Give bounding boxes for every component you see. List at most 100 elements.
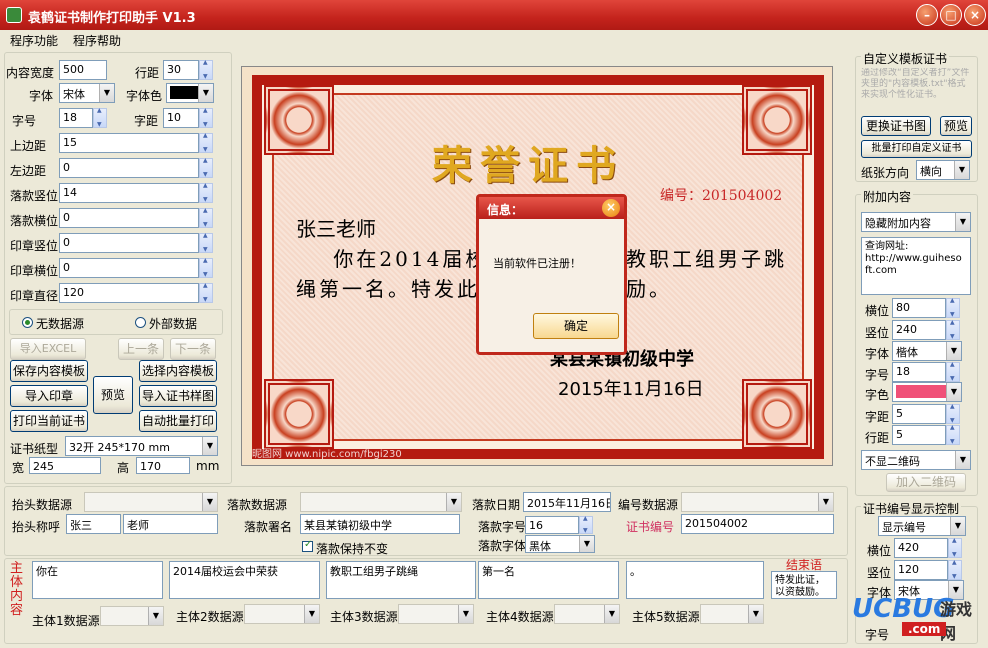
menu-program-functions[interactable]: 程序功能 — [10, 32, 58, 49]
extra-x-input[interactable]: 80 — [892, 298, 946, 318]
main4-src-select[interactable]: ▼ — [554, 604, 620, 624]
select-template-button[interactable]: 选择内容模板 — [139, 360, 217, 382]
sign-v-spinner[interactable] — [199, 182, 213, 203]
import-stamp-button[interactable]: 导入印章 — [10, 385, 88, 407]
auto-batch-print-button[interactable]: 自动批量打印 — [139, 410, 217, 432]
stamp-v-input[interactable]: 0 — [59, 233, 199, 253]
add-qr-button[interactable]: 加入二维码 — [886, 473, 966, 492]
sign-size-spinner[interactable] — [579, 515, 593, 534]
import-excel-button[interactable]: 导入EXCEL — [10, 338, 86, 360]
stamp-h-input[interactable]: 0 — [59, 258, 199, 278]
char-spacing-spinner[interactable] — [199, 107, 213, 128]
width-input[interactable]: 245 — [29, 457, 101, 474]
main1-textarea[interactable]: 你在 — [32, 561, 163, 599]
num-x-spinner[interactable] — [948, 537, 962, 558]
extra-ls-spinner[interactable] — [946, 424, 960, 445]
head-src-select[interactable]: ▼ — [84, 492, 218, 512]
font-size-input[interactable]: 18 — [59, 108, 93, 128]
maximize-icon[interactable]: □ — [940, 4, 962, 26]
keep-sign-checkbox[interactable]: ✓ — [302, 539, 313, 552]
num-y-input[interactable]: 120 — [894, 560, 948, 580]
extra-ls-input[interactable]: 5 — [892, 425, 946, 445]
head-name-input[interactable]: 张三 — [66, 514, 121, 534]
font-select[interactable]: 宋体 ▼ — [59, 83, 115, 103]
main2-textarea[interactable]: 2014届校运会中荣获 — [169, 561, 320, 599]
minimize-icon[interactable]: – — [916, 4, 938, 26]
num-x-input[interactable]: 420 — [894, 538, 948, 558]
certificate-body-line2: 绳第一名。特发此 — [296, 277, 480, 301]
line-spacing-spinner[interactable] — [199, 59, 213, 80]
main5-src-select[interactable]: ▼ — [700, 604, 764, 624]
char-spacing-input[interactable]: 10 — [163, 108, 199, 128]
num-src-select[interactable]: ▼ — [681, 492, 834, 512]
change-cert-image-button[interactable]: 更换证书图 — [861, 116, 931, 136]
sign-h-input[interactable]: 0 — [59, 208, 199, 228]
prev-button[interactable]: 上一条 — [118, 338, 164, 360]
main3-textarea[interactable]: 教职工组男子跳绳 — [326, 561, 476, 599]
left-margin-spinner[interactable] — [199, 157, 213, 178]
font-color-select[interactable]: ▼ — [166, 83, 214, 103]
dialog-title: 信息： — [487, 203, 524, 217]
content-width-input[interactable]: 500 — [59, 60, 107, 80]
top-margin-input[interactable]: 15 — [59, 133, 199, 153]
extra-y-spinner[interactable] — [946, 319, 960, 340]
font-size-label: 字号 — [12, 114, 37, 128]
print-current-button[interactable]: 打印当前证书 — [10, 410, 88, 432]
save-template-button[interactable]: 保存内容模板 — [10, 360, 88, 382]
radio-no-source[interactable] — [22, 317, 33, 328]
menu-program-help[interactable]: 程序帮助 — [73, 32, 121, 49]
main3-src-select[interactable]: ▼ — [398, 604, 474, 624]
sign-font-select[interactable]: 黑体 ▼ — [525, 535, 595, 553]
extra-size-input[interactable]: 18 — [892, 362, 946, 382]
cert-num-input[interactable]: 201504002 — [681, 514, 834, 534]
line-spacing-input[interactable]: 30 — [163, 60, 199, 80]
qr-mode-select[interactable]: 不显二维码 ▼ — [861, 450, 971, 470]
extra-font-select[interactable]: 楷体 ▼ — [892, 341, 962, 361]
head-title-input[interactable]: 老师 — [123, 514, 218, 534]
radio-external[interactable] — [135, 317, 146, 328]
extra-size-spinner[interactable] — [946, 361, 960, 382]
stamp-h-spinner[interactable] — [199, 257, 213, 278]
stamp-v-spinner[interactable] — [199, 232, 213, 253]
main1-src-select[interactable]: ▼ — [100, 606, 164, 626]
info-dialog: 信息： × 当前软件已注册！ 确定 — [476, 194, 627, 355]
top-margin-spinner[interactable] — [199, 132, 213, 153]
preview-button[interactable]: 预览 — [93, 376, 133, 414]
extra-y-input[interactable]: 240 — [892, 320, 946, 340]
sign-v-input[interactable]: 14 — [59, 183, 199, 203]
stamp-d-spinner[interactable] — [199, 282, 213, 303]
extra-cs-input[interactable]: 5 — [892, 404, 946, 424]
import-sample-button[interactable]: 导入证书样图 — [139, 385, 217, 407]
main4-textarea[interactable]: 第一名 — [478, 561, 619, 599]
extra-x-spinner[interactable] — [946, 297, 960, 318]
num-mode-select[interactable]: 显示编号 ▼ — [878, 516, 966, 536]
extra-color-select[interactable]: ▼ — [892, 382, 962, 402]
sign-src-select[interactable]: ▼ — [300, 492, 462, 512]
paper-type-select[interactable]: 32开 245*170 mm ▼ — [65, 436, 218, 456]
height-input[interactable]: 170 — [136, 457, 190, 474]
font-size-spinner[interactable] — [93, 107, 107, 128]
stamp-d-input[interactable]: 120 — [59, 283, 199, 303]
sign-date-input[interactable]: 2015年11月16日 — [523, 492, 611, 512]
close-icon[interactable]: × — [964, 4, 986, 26]
next-button[interactable]: 下一条 — [170, 338, 216, 360]
sign-name-input[interactable]: 某县某镇初级中学 — [300, 514, 460, 534]
batch-print-custom-button[interactable]: 批量打印自定义证书 — [861, 140, 972, 158]
custom-preview-button[interactable]: 预览 — [940, 116, 972, 136]
num-y-spinner[interactable] — [948, 559, 962, 580]
extra-mode-select[interactable]: 隐藏附加内容 ▼ — [861, 212, 971, 232]
sign-size-input[interactable]: 16 — [525, 516, 579, 534]
watermark: 昵图网 www.nipic.com/fbgi230 — [252, 449, 402, 460]
sign-h-spinner[interactable] — [199, 207, 213, 228]
main2-src-select[interactable]: ▼ — [244, 604, 320, 624]
stamp-v-label: 印章竖位 — [10, 239, 59, 253]
dialog-ok-button[interactable]: 确定 — [533, 313, 619, 339]
main5-textarea[interactable]: 。 — [626, 561, 764, 599]
orientation-select[interactable]: 横向 ▼ — [916, 160, 970, 180]
extra-mode-value: 隐藏附加内容 — [865, 217, 931, 230]
close-icon[interactable]: × — [602, 199, 620, 217]
extra-cs-spinner[interactable] — [946, 403, 960, 424]
end-textarea[interactable]: 特发此证，以资鼓励。 — [771, 571, 837, 599]
extra-text-area[interactable]: 查询网址: http://www.guiheso ft.com — [861, 237, 971, 295]
left-margin-input[interactable]: 0 — [59, 158, 199, 178]
